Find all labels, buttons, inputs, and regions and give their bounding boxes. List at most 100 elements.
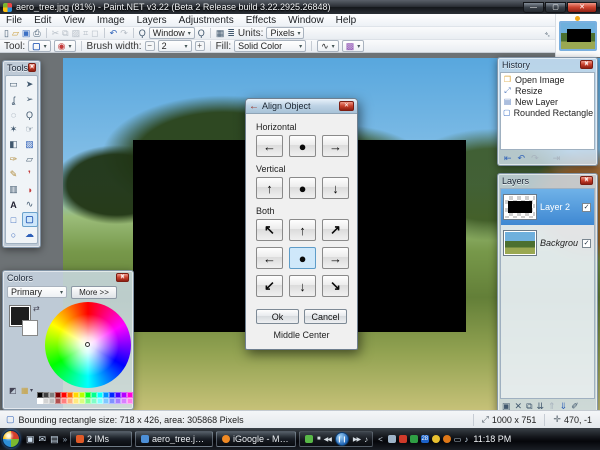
zoom-mode-select[interactable]: Window ▾ (149, 27, 195, 39)
brush-width-select[interactable]: 2 ▾ (158, 40, 192, 52)
secondary-color-swatch[interactable] (22, 320, 38, 336)
draw-mode-select[interactable]: ◉ ▾ (54, 40, 76, 52)
pin-icon[interactable]: ➴ (544, 30, 551, 39)
tool-recolor[interactable]: ◑ (22, 182, 38, 197)
close-icon[interactable]: ✕ (339, 101, 354, 111)
redo-icon[interactable]: ↷ (120, 27, 128, 39)
align-right-button[interactable]: → (322, 135, 349, 157)
align-top-left-button[interactable]: ↖ (256, 219, 283, 241)
layers-titlebar[interactable]: Layers ✕ (498, 174, 597, 187)
tray-icon-2[interactable] (399, 435, 407, 443)
history-item-open-image[interactable]: ❒ Open Image (503, 74, 592, 85)
align-bottom-center-button[interactable]: ↓ (289, 275, 316, 297)
new-icon[interactable]: ▯ (4, 27, 9, 39)
palette-menu-icon[interactable]: ▦ (21, 386, 29, 395)
tool-color-picker[interactable]: ❜ (22, 167, 38, 182)
tool-lasso-select[interactable]: ʆ (6, 92, 22, 107)
taskbar-clock[interactable]: 11:18 PM (471, 434, 515, 444)
tool-pan[interactable]: ☞ (22, 122, 38, 137)
tray-collapse-icon[interactable]: < (376, 435, 385, 444)
tool-ellipse-select[interactable]: ◌ (6, 107, 22, 122)
display-icon[interactable]: ▭ (454, 435, 462, 444)
window-titlebar[interactable]: aero_tree.jpg (81%) - Paint.NET v3.22 (B… (0, 0, 600, 14)
quick-launch-overflow-icon[interactable]: » (63, 435, 67, 444)
tray-icon-6[interactable] (443, 435, 451, 443)
tool-eraser[interactable]: ▱ (22, 152, 38, 167)
close-icon[interactable]: ✕ (116, 273, 129, 282)
history-item-resize[interactable]: ⤢ Resize (503, 85, 592, 96)
blend-mode-select[interactable]: ▩ ▾ (342, 40, 365, 52)
paste-icon[interactable]: ▨ (72, 27, 81, 39)
color-mode-select[interactable]: Primary ▾ (7, 286, 67, 298)
menu-window[interactable]: Window (282, 14, 330, 27)
tool-paintbrush[interactable]: ✑ (6, 152, 22, 167)
layer-visibility-checkbox[interactable]: ✓ (582, 239, 591, 248)
fill-style-select[interactable]: Solid Color ▾ (234, 40, 306, 52)
align-top-button[interactable]: ↑ (256, 177, 283, 199)
stop-icon[interactable]: ■ (317, 436, 320, 442)
menu-view[interactable]: View (57, 14, 91, 27)
menu-image[interactable]: Image (91, 14, 131, 27)
brush-width-increase-button[interactable]: + (195, 41, 205, 51)
tool-magic-wand[interactable]: ✶ (6, 122, 22, 137)
swap-colors-icon[interactable]: ⇄ (33, 304, 40, 313)
quick-launch-icon-1[interactable]: ▣ (26, 434, 35, 445)
tool-pencil[interactable]: ✎ (6, 167, 22, 182)
history-titlebar[interactable]: History ✕ (498, 58, 597, 71)
tool-freeform-shape[interactable]: ☁ (22, 227, 38, 242)
cancel-button[interactable]: Cancel (304, 309, 347, 324)
taskbar-button-paintnet[interactable]: aero_tree.jpg [81... (135, 431, 213, 447)
history-item-rounded-rectangle[interactable]: ▢ Rounded Rectangle (503, 107, 592, 118)
undo-icon[interactable]: ↶ (110, 27, 118, 39)
tray-icon-1[interactable] (388, 435, 396, 443)
align-bottom-right-button[interactable]: ↘ (322, 275, 349, 297)
start-button[interactable] (2, 430, 20, 448)
quick-launch-icon-2[interactable]: ✉ (39, 434, 47, 445)
previous-track-icon[interactable]: ◀◀ (324, 436, 331, 443)
layer-visibility-checkbox[interactable]: ✓ (582, 203, 591, 212)
zoom-out-icon[interactable]: Ϙ (139, 27, 146, 39)
menu-help[interactable]: Help (330, 14, 363, 27)
dialog-titlebar[interactable]: ← Align Object ✕ (246, 99, 357, 114)
align-bottom-button[interactable]: ↓ (322, 177, 349, 199)
fast-forward-icon[interactable]: ⇥ (553, 152, 561, 164)
align-center-vertical-button[interactable]: ● (289, 177, 316, 199)
more-button[interactable]: More >> (71, 286, 117, 299)
close-icon[interactable]: ✕ (580, 60, 593, 69)
tool-rectangle[interactable]: □ (6, 212, 22, 227)
tool-move-selection[interactable]: ➢ (22, 92, 38, 107)
tool-paint-bucket[interactable]: ◧ (6, 137, 22, 152)
active-tool-select[interactable]: ▢ ▾ (28, 40, 51, 52)
chevron-down-icon[interactable]: ▾ (30, 387, 33, 394)
volume-tray-icon[interactable]: ♪ (464, 435, 468, 444)
antialias-select[interactable]: ∿ ▾ (317, 40, 339, 52)
cut-icon[interactable]: ✂ (52, 27, 60, 39)
menu-edit[interactable]: Edit (28, 14, 57, 27)
pause-icon[interactable]: ❙❙ (335, 432, 349, 446)
taskbar-button-ims[interactable]: 2 IMs (70, 431, 132, 447)
align-top-right-button[interactable]: ↗ (322, 219, 349, 241)
units-select[interactable]: Pixels ▾ (266, 27, 304, 39)
menu-effects[interactable]: Effects (240, 14, 282, 27)
layer-row-background[interactable]: Background ✓ (501, 225, 594, 261)
reset-colors-icon[interactable]: ◩ (9, 386, 17, 395)
colors-titlebar[interactable]: Colors ✕ (3, 271, 133, 284)
tray-icon-weather[interactable]: 28 (421, 435, 429, 443)
volume-icon[interactable]: ♪ (364, 435, 367, 444)
palette-swatch[interactable] (127, 398, 133, 404)
taskbar-button-firefox[interactable]: iGoogle - Mozil... (216, 431, 296, 447)
tool-rectangle-select[interactable]: ▭ (6, 77, 22, 92)
tool-gradient[interactable]: ▨ (22, 137, 38, 152)
layer-row-layer2[interactable]: Layer 2 ✓ (501, 189, 594, 225)
deselect-icon[interactable]: ◻ (91, 27, 98, 39)
tray-icon-3[interactable] (410, 435, 418, 443)
next-track-icon[interactable]: ▶▶ (353, 436, 360, 443)
tool-line-curve[interactable]: ∿ (22, 197, 38, 212)
menu-layers[interactable]: Layers (131, 14, 173, 27)
align-top-center-button[interactable]: ↑ (289, 219, 316, 241)
crop-icon[interactable]: ⌗ (83, 27, 88, 39)
quick-launch-icon-3[interactable]: ▤ (50, 434, 59, 445)
tray-icon-5[interactable] (432, 435, 440, 443)
history-item-new-layer[interactable]: ▤ New Layer (503, 96, 592, 107)
zoom-in-icon[interactable]: Ϙ (198, 27, 205, 39)
